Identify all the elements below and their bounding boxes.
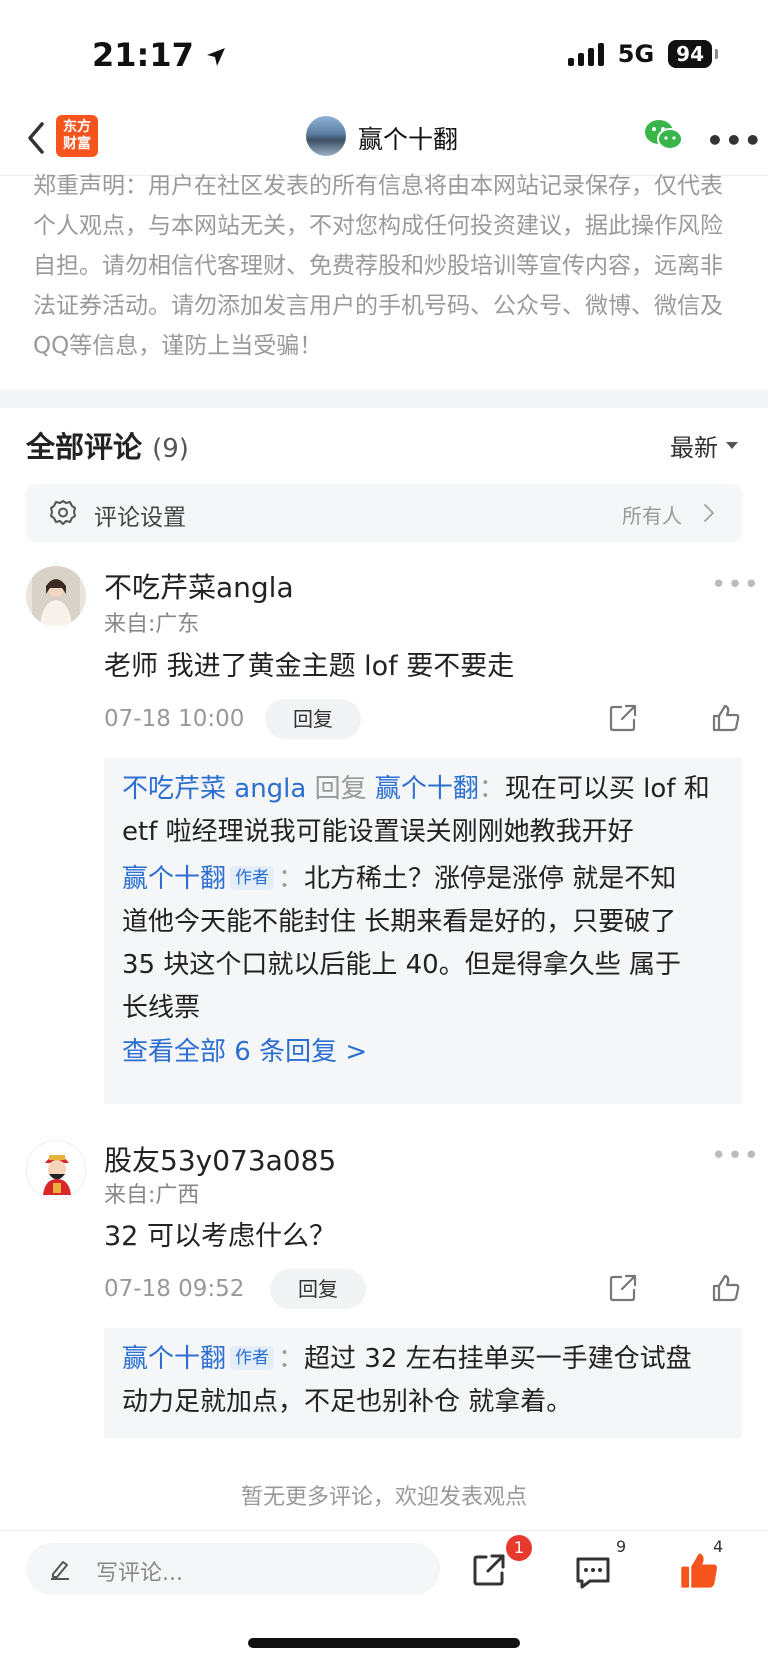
- author-avatar[interactable]: [306, 116, 346, 156]
- reply-text-continued: 动力足就加点，不足也别补仓 就拿着。: [122, 1387, 573, 1417]
- section-divider: [0, 390, 768, 408]
- reply-button[interactable]: 回复: [270, 1269, 366, 1309]
- pen-icon: [51, 1561, 69, 1580]
- more-horizontal-icon[interactable]: •••: [711, 1141, 760, 1171]
- share-icon[interactable]: [607, 702, 639, 734]
- thumbs-up-icon[interactable]: [710, 1272, 742, 1304]
- reply-text-continued: etf 啦经理说我可能设置误关刚刚她教我开好: [122, 817, 634, 847]
- share-icon[interactable]: [470, 1551, 508, 1589]
- status-indicators: 5G 94: [567, 40, 718, 68]
- comment-author-name[interactable]: 不吃芹菜angla: [104, 566, 294, 606]
- logo-text-top: 东方: [63, 119, 91, 135]
- thumbs-up-icon[interactable]: [710, 702, 742, 734]
- reply-author[interactable]: 不吃芹菜 angla: [122, 774, 306, 804]
- nav-bar: 东方 财富 赢个十翻 •••: [0, 100, 768, 176]
- share-badge: 1: [506, 1535, 532, 1561]
- share-icon[interactable]: [607, 1272, 639, 1304]
- no-more-comments: 暂无更多评论，欢迎发表观点: [240, 1485, 527, 1510]
- wechat-icon[interactable]: [644, 118, 684, 152]
- home-indicator[interactable]: [248, 1638, 520, 1648]
- comment-location: 来自:广东: [104, 612, 200, 637]
- comment-input[interactable]: 写评论...: [26, 1543, 440, 1595]
- author-tag: 作者: [230, 866, 275, 890]
- reply-verb: 回复: [314, 774, 367, 804]
- reply-colon: ：: [278, 864, 305, 894]
- comment-count: 9: [616, 1537, 627, 1556]
- settings-label: 评论设置: [94, 505, 186, 531]
- reply-target[interactable]: 赢个十翻: [375, 774, 479, 804]
- reply-item: 赢个十翻 作者 ：超过 32 左右挂单买一手建仓试盘: [122, 1338, 724, 1381]
- battery-indicator: 94: [668, 40, 718, 68]
- reply-button[interactable]: 回复: [265, 699, 361, 739]
- author-tag: 作者: [230, 1346, 275, 1370]
- comment-time: 07-18 10:00: [104, 706, 245, 732]
- chevron-left-icon[interactable]: [22, 118, 52, 158]
- comment-input-placeholder: 写评论...: [96, 1561, 183, 1586]
- gear-icon: [50, 500, 76, 525]
- comment-location: 来自:广西: [104, 1183, 200, 1208]
- settings-value: 所有人: [622, 504, 682, 528]
- sort-label: 最新: [670, 434, 718, 462]
- logo-text-bottom: 财富: [63, 136, 91, 152]
- sort-dropdown[interactable]: 最新: [670, 428, 738, 463]
- reply-item: 不吃芹菜 angla 回复 赢个十翻：现在可以买 lof 和: [122, 768, 724, 811]
- comment-time: 07-18 09:52: [104, 1276, 245, 1302]
- avatar[interactable]: [26, 566, 86, 626]
- reply-text-continued: 长线票: [122, 993, 201, 1023]
- reply-text: 超过 32 左右挂单买一手建仓试盘: [304, 1344, 692, 1374]
- reply-author[interactable]: 赢个十翻: [122, 1344, 226, 1374]
- status-time: 21:17: [92, 36, 227, 74]
- app-logo[interactable]: 东方 财富: [56, 115, 98, 157]
- like-count: 4: [713, 1537, 724, 1556]
- network-type: 5G: [617, 40, 655, 68]
- cellular-signal-icon: [567, 42, 604, 66]
- reply-item: 赢个十翻 作者 ：北方稀土？涨停是涨停 就是不知: [122, 858, 724, 901]
- reply-text-continued: 道他今天能不能封住 长期来看是好的，只要破了: [122, 907, 677, 937]
- caret-down-icon: [726, 442, 738, 449]
- reply-text-continued: 35 块这个口就以后能上 40。但是得拿久些 属于: [122, 950, 681, 980]
- disclaimer-text: 郑重声明：用户在社区发表的所有信息将由本网站记录保存，仅代表个人观点，与本网站无…: [33, 173, 723, 359]
- comment-text: 老师 我进了黄金主题 lof 要不要走: [104, 651, 515, 682]
- page-title[interactable]: 赢个十翻: [358, 120, 458, 156]
- comments-count: (9): [152, 434, 189, 464]
- bottom-action-bar: 写评论... 1 9 4: [0, 1530, 768, 1669]
- comment-author-name[interactable]: 股友53y073a085: [104, 1139, 336, 1179]
- more-horizontal-icon[interactable]: •••: [706, 124, 763, 157]
- reply-colon: ：: [278, 1344, 305, 1374]
- chevron-right-icon: [704, 504, 715, 522]
- comment-icon[interactable]: [574, 1553, 612, 1591]
- location-arrow-icon: [207, 48, 225, 66]
- comments-title: 全部评论 (9): [26, 424, 189, 466]
- reply-author[interactable]: 赢个十翻: [122, 864, 226, 894]
- replies-box: 赢个十翻 作者 ：超过 32 左右挂单买一手建仓试盘 动力足就加点，不足也别补仓 就…: [104, 1328, 742, 1438]
- reply-text: 北方稀土？涨停是涨停 就是不知: [304, 864, 677, 894]
- comment-settings-row[interactable]: 评论设置 所有人: [26, 484, 742, 542]
- reply-colon: ：: [478, 774, 505, 804]
- view-all-replies-link[interactable]: 查看全部 6 条回复 >: [122, 1030, 724, 1074]
- more-horizontal-icon[interactable]: •••: [711, 570, 760, 600]
- avatar[interactable]: [26, 1140, 86, 1200]
- replies-box: 不吃芹菜 angla 回复 赢个十翻：现在可以买 lof 和 etf 啦经理说我…: [104, 758, 742, 1104]
- reply-text: 现在可以买 lof 和: [504, 774, 710, 804]
- comments-title-text: 全部评论: [26, 430, 143, 464]
- comment-text: 32 可以考虑什么？: [104, 1221, 336, 1252]
